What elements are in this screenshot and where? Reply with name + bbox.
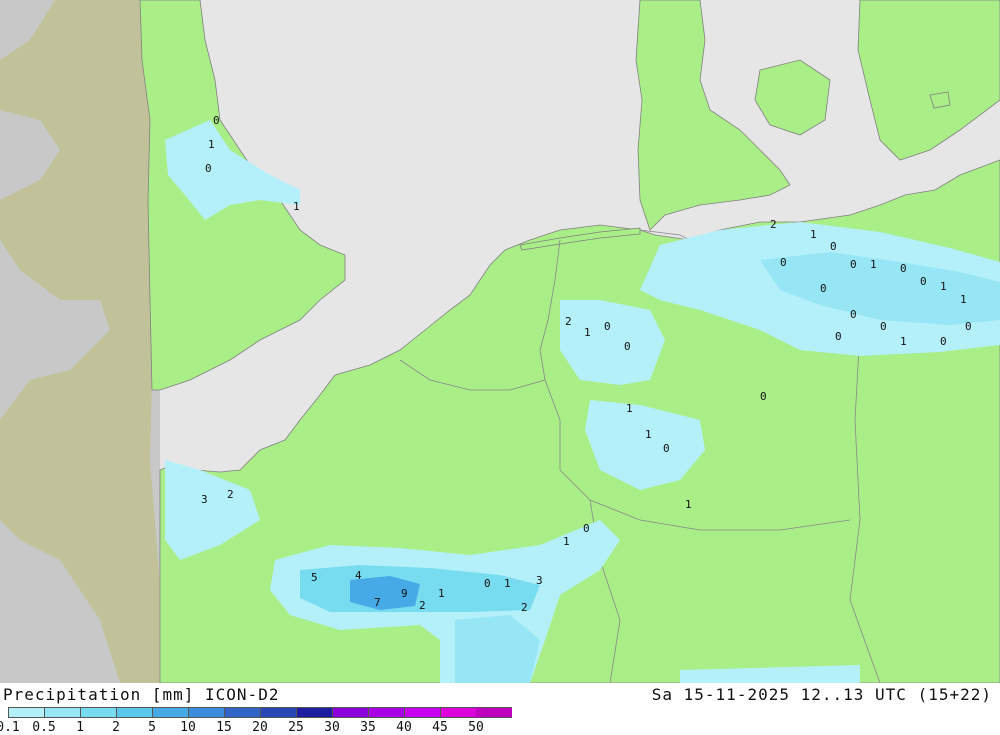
precipitation-map: 0101235497210123102100110121001001100001… xyxy=(0,0,1000,683)
precip-value-label: 0 xyxy=(760,390,767,403)
precip-value-label: 7 xyxy=(374,596,381,609)
precip-value-label: 0 xyxy=(940,335,947,348)
scale-swatch xyxy=(116,707,152,718)
scale-swatch xyxy=(8,707,44,718)
precip-value-label: 1 xyxy=(960,293,967,306)
precip-value-label: 0 xyxy=(830,240,837,253)
precip-value-label: 0 xyxy=(850,308,857,321)
precip-value-label: 0 xyxy=(663,442,670,455)
map-title: Precipitation [mm] ICON-D2 xyxy=(3,685,280,704)
precip-value-label: 2 xyxy=(770,218,777,231)
precip-value-label: 4 xyxy=(355,569,362,582)
map-canvas: 0101235 497 210 1231021 0011012100 1 00 1100001… xyxy=(0,0,1000,683)
scale-swatch xyxy=(260,707,296,718)
precip-value-label: 1 xyxy=(584,326,591,339)
precip-value-label: 0 xyxy=(213,114,220,127)
scale-swatch xyxy=(188,707,224,718)
scale-swatch xyxy=(368,707,404,718)
scale-swatch xyxy=(440,707,476,718)
precip-value-label: 1 xyxy=(900,335,907,348)
precip-value-label: 0 xyxy=(205,162,212,175)
precip-value-label: 0 xyxy=(900,262,907,275)
precip-value-label: 0 xyxy=(835,330,842,343)
scale-swatch xyxy=(80,707,116,718)
precip-value-label: 1 xyxy=(208,138,215,151)
precip-value-label: 0 xyxy=(484,577,491,590)
precip-value-label: 9 xyxy=(401,587,408,600)
scale-swatch xyxy=(152,707,188,718)
precip-value-label: 0 xyxy=(583,522,590,535)
precip-value-label: 0 xyxy=(850,258,857,271)
precip-value-label: 1 xyxy=(504,577,511,590)
scale-swatch xyxy=(332,707,368,718)
precip-value-label: 1 xyxy=(810,228,817,241)
precip-value-label: 2 xyxy=(521,601,528,614)
precip-value-label: 1 xyxy=(870,258,877,271)
scale-swatch xyxy=(44,707,80,718)
run-info: Sa 15-11-2025 12..13 UTC (15+22) xyxy=(651,685,992,704)
precip-value-label: 1 xyxy=(563,535,570,548)
precip-value-label: 0 xyxy=(965,320,972,333)
precip-value-label: 2 xyxy=(227,488,234,501)
precip-value-label: 0 xyxy=(604,320,611,333)
precip-value-label: 1 xyxy=(626,402,633,415)
precip-value-label: 0 xyxy=(920,275,927,288)
precip-value-label: 0 xyxy=(820,282,827,295)
precip-value-label: 1 xyxy=(293,200,300,213)
precip-area-netherlands xyxy=(560,300,665,385)
precip-value-label: 5 xyxy=(311,571,318,584)
precip-value-label: 1 xyxy=(438,587,445,600)
precip-value-label: 0 xyxy=(624,340,631,353)
scale-swatch xyxy=(296,707,332,718)
scale-swatch xyxy=(404,707,440,718)
precip-value-label: 1 xyxy=(685,498,692,511)
scale-swatch xyxy=(224,707,260,718)
precip-value-label: 3 xyxy=(536,574,543,587)
precip-value-label: 1 xyxy=(940,280,947,293)
precip-value-label: 0 xyxy=(880,320,887,333)
precip-value-label: 0 xyxy=(780,256,787,269)
precip-value-label: 3 xyxy=(201,493,208,506)
bornholm-island xyxy=(929,91,951,109)
scale-arrow-tip xyxy=(476,707,512,718)
precip-value-label: 2 xyxy=(565,315,572,328)
precip-value-label: 1 xyxy=(645,428,652,441)
precip-value-label: 2 xyxy=(419,599,426,612)
